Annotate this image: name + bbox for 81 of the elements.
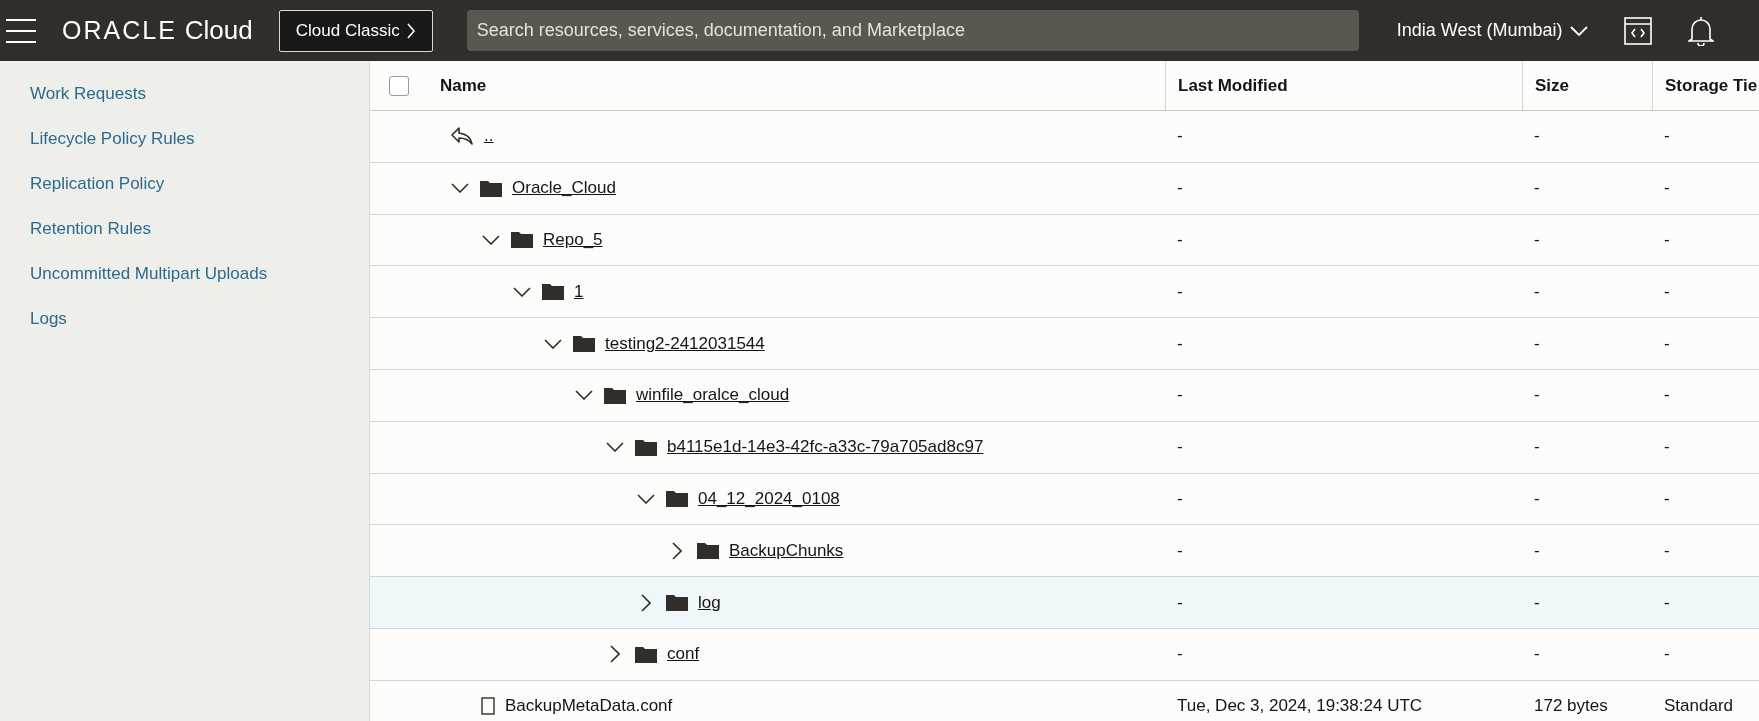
notifications-icon[interactable]	[1688, 15, 1715, 46]
folder-icon	[480, 179, 502, 197]
table-cell-text: -	[1663, 644, 1671, 665]
table-cell-text: -	[1533, 126, 1541, 147]
menu-icon[interactable]	[6, 18, 36, 43]
search-field[interactable]: Search resources, services, documentation, and Marketplace	[466, 10, 1359, 51]
sidebar-link[interactable]: Work Requests	[30, 83, 146, 105]
folder-icon	[604, 386, 626, 404]
folder-link[interactable]: winfile_oralce_cloud	[636, 385, 790, 406]
table-cell-text: -	[1176, 644, 1184, 665]
table-cell-text: -	[1663, 126, 1671, 147]
table-cell-text: -	[1663, 592, 1671, 613]
sidebar-link[interactable]: Uncommitted Multipart Uploads	[30, 263, 268, 285]
folder-link[interactable]: conf	[667, 644, 700, 665]
table-cell-text: -	[1176, 488, 1184, 509]
table-cell-text: -	[1176, 126, 1184, 147]
table-cell-text: -	[1533, 385, 1541, 406]
folder-link[interactable]: b4115e1d-14e3-42fc-a33c-79a705ad8c97	[667, 437, 984, 458]
table-cell-text: 172 bytes	[1533, 696, 1609, 717]
table-cell-text: -	[1663, 178, 1671, 199]
table-cell-text: -	[1533, 281, 1541, 302]
folder-icon	[635, 438, 657, 456]
table-cell-text: -	[1663, 488, 1671, 509]
sidebar-link[interactable]: Lifecycle Policy Rules	[30, 128, 195, 150]
table-cell-text: -	[1533, 230, 1541, 250]
chevron-right-icon	[405, 21, 416, 40]
file-icon	[481, 697, 495, 716]
table-cell-text: -	[1533, 488, 1541, 509]
folder-icon	[511, 231, 533, 249]
brand-logo: ORACLE	[62, 16, 177, 45]
table-cell-text: -	[1663, 333, 1671, 354]
chevron-down-icon	[1570, 25, 1589, 36]
column-header[interactable]: Last Modified	[1165, 61, 1522, 110]
table-cell-text: -	[1176, 230, 1184, 250]
folder-link[interactable]: log	[698, 592, 721, 613]
table-cell-text: -	[1176, 592, 1184, 613]
select-all-checkbox[interactable]	[389, 75, 409, 96]
sidebar-link[interactable]: Replication Policy	[30, 173, 165, 195]
table-cell-text: Tue, Dec 3, 2024, 19:38:24 UTC	[1176, 696, 1424, 717]
table-cell-text: -	[1176, 385, 1184, 406]
table-cell-text: -	[1663, 437, 1671, 458]
folder-icon	[666, 594, 688, 612]
sidebar-link[interactable]: Retention Rules	[30, 218, 151, 240]
table-cell-text: -	[1176, 281, 1184, 302]
folder-link[interactable]: 04_12_2024_0108	[698, 488, 840, 509]
folder-icon	[542, 283, 564, 301]
folder-icon	[697, 542, 719, 560]
column-header[interactable]: Size	[1522, 61, 1652, 110]
file-name: BackupMetaData.conf	[505, 696, 673, 717]
code-editor-icon[interactable]	[1624, 16, 1653, 45]
folder-link[interactable]: 1	[574, 281, 584, 302]
table-cell-text: -	[1533, 592, 1541, 613]
reply-arrow-icon[interactable]	[450, 126, 474, 147]
table-cell-text: -	[1663, 281, 1671, 302]
folder-icon	[635, 645, 657, 663]
folder-link[interactable]: testing2-2412031544	[605, 333, 765, 354]
table-cell-text: -	[1533, 333, 1541, 354]
table-cell-text: -	[1533, 540, 1541, 561]
parent-folder-link[interactable]: ..	[484, 126, 494, 147]
folder-icon	[573, 335, 595, 353]
table-cell-text: -	[1176, 437, 1184, 458]
table-cell-text: Standard	[1663, 696, 1734, 717]
region-selector[interactable]: India West (Mumbai)	[1396, 20, 1589, 41]
table-cell-text: -	[1663, 540, 1671, 561]
folder-link[interactable]: Repo_5	[543, 230, 603, 250]
table-cell-text: -	[1663, 385, 1671, 406]
folder-link[interactable]: Oracle_Cloud	[512, 178, 616, 199]
table-cell-text: -	[1533, 644, 1541, 665]
cloud-classic-button[interactable]: Cloud Classic	[278, 9, 433, 52]
column-header[interactable]: Name	[428, 61, 1165, 110]
table-cell-text: -	[1176, 333, 1184, 354]
table-cell-text: -	[1533, 178, 1541, 199]
folder-icon	[666, 490, 688, 508]
brand-name: Cloud	[184, 15, 253, 46]
sidebar-link[interactable]: Logs	[30, 308, 67, 330]
table-cell-text: -	[1533, 437, 1541, 458]
column-header[interactable]: Storage Tie	[1652, 61, 1759, 110]
table-cell-text: -	[1176, 178, 1184, 199]
table-cell-text: -	[1176, 540, 1184, 561]
table-cell-text: -	[1663, 230, 1671, 250]
folder-link[interactable]: BackupChunks	[729, 540, 844, 561]
